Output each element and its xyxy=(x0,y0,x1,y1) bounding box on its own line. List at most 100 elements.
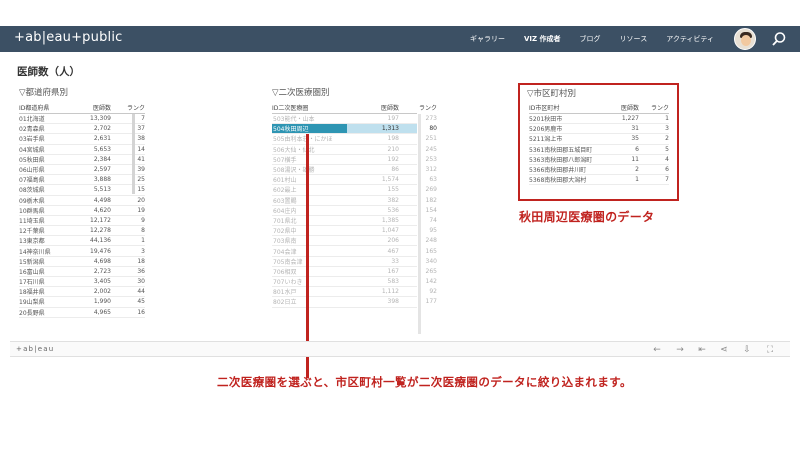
tableau-public-logo[interactable]: +ab|eau+public xyxy=(14,30,123,45)
row-doctors-cell: 2,002 xyxy=(93,288,111,296)
row-doctors-cell: 1,990 xyxy=(93,298,111,306)
col-header-rank[interactable]: ランク xyxy=(399,103,437,112)
table-row[interactable]: 03岩手県 2,631 38 xyxy=(19,134,145,145)
row-doctors-cell: 1,047 xyxy=(381,227,399,235)
secondary-scrollbar[interactable] xyxy=(418,114,421,334)
table-row[interactable]: 06山形県 2,597 39 xyxy=(19,165,145,176)
table-row[interactable]: 08茨城県 5,513 15 xyxy=(19,185,145,196)
row-rank-cell: 45 xyxy=(137,298,145,306)
table-row[interactable]: 603置賜 382 182 xyxy=(272,196,437,206)
row-id-cell: 01北海道 xyxy=(19,116,45,124)
row-doctors-cell: 167 xyxy=(387,267,399,275)
table-row[interactable]: 07福島県 3,888 25 xyxy=(19,175,145,186)
row-rank-cell: 1 xyxy=(141,237,145,245)
row-doctors-cell: 536 xyxy=(387,206,399,214)
row-doctors-cell: 583 xyxy=(387,278,399,286)
row-rank-cell: 14 xyxy=(137,145,145,153)
download-icon[interactable]: ⇩ xyxy=(741,345,753,355)
table-row[interactable]: 604庄内 536 154 xyxy=(272,206,437,216)
table-row[interactable]: 505由利本荘・にかほ 198 251 xyxy=(272,134,437,145)
table-row[interactable]: 507横手 192 253 xyxy=(272,155,437,165)
revert-icon[interactable]: ⇤ xyxy=(696,345,708,355)
row-id-cell: 12千葉県 xyxy=(19,228,45,236)
row-id-cell: 702県中 xyxy=(273,228,297,236)
nav-blog[interactable]: ブログ xyxy=(580,34,601,44)
row-doctors-cell: 86 xyxy=(391,166,399,174)
row-id-cell: 603置賜 xyxy=(273,197,297,205)
col-header-id[interactable]: ID二次医療圏 xyxy=(272,103,347,112)
table-row[interactable]: 09栃木県 4,498 20 xyxy=(19,196,145,206)
row-id-cell: 05秋田県 xyxy=(19,156,45,164)
table-row[interactable]: 17石川県 3,405 30 xyxy=(19,277,145,288)
row-id-cell: 10群馬県 xyxy=(19,207,45,215)
row-id-cell: 11埼玉県 xyxy=(19,217,45,225)
table-row[interactable]: 706相双 167 265 xyxy=(272,267,437,277)
table-row[interactable]: 14神奈川県 19,476 3 xyxy=(19,246,145,257)
table-row[interactable]: 801水戸 1,112 92 xyxy=(272,287,437,298)
nav-resources[interactable]: リソース xyxy=(620,34,648,44)
col-header-rank[interactable]: ランク xyxy=(111,103,145,112)
table-row[interactable]: 11埼玉県 12,172 9 xyxy=(19,216,145,227)
nav-viz-creators[interactable]: VIZ 作成者 xyxy=(524,34,561,44)
undo-icon[interactable]: ← xyxy=(651,345,663,355)
table-header: ID都道府県 医師数 ランク xyxy=(19,102,145,114)
table-row[interactable]: 508湯沢・雄勝 86 312 xyxy=(272,165,437,176)
table-row[interactable]: 16富山県 2,723 36 xyxy=(19,267,145,277)
table-row[interactable]: 504秋田周辺 1,313 80 xyxy=(272,124,437,135)
page-title: 医師数（人） xyxy=(17,66,80,78)
table-row[interactable]: 601村山 1,574 63 xyxy=(272,175,437,186)
share-icon[interactable]: ⋖ xyxy=(718,345,730,355)
table-row[interactable]: 20長野県 4,965 16 xyxy=(19,308,145,318)
col-header-doctors[interactable]: 医師数 xyxy=(347,103,399,112)
table-row[interactable]: 602最上 155 269 xyxy=(272,185,437,196)
row-doctors-cell: 4,498 xyxy=(93,196,111,204)
redo-icon[interactable]: → xyxy=(674,345,686,355)
table-row[interactable]: 19山梨県 1,990 45 xyxy=(19,297,145,308)
row-rank-cell: 38 xyxy=(137,135,145,143)
table-row[interactable]: 802日立 398 177 xyxy=(272,297,437,308)
table-row[interactable]: 04宮城県 5,653 14 xyxy=(19,145,145,155)
table-row[interactable]: 703県南 206 248 xyxy=(272,236,437,247)
table-row[interactable]: 10群馬県 4,620 19 xyxy=(19,206,145,216)
row-id-cell: 601村山 xyxy=(273,177,297,185)
table-row[interactable]: 18福井県 2,002 44 xyxy=(19,287,145,298)
col-header-id[interactable]: ID都道府県 xyxy=(19,103,67,112)
row-id-cell: 09栃木県 xyxy=(19,197,45,205)
search-icon[interactable] xyxy=(771,31,787,47)
table-row[interactable]: 506大仙・仙北 210 245 xyxy=(272,145,437,155)
row-doctors-cell: 2,723 xyxy=(93,267,111,275)
fullscreen-icon[interactable]: ⛶ xyxy=(764,345,776,355)
row-id-cell: 16富山県 xyxy=(19,268,45,276)
table-row[interactable]: 13東京都 44,136 1 xyxy=(19,236,145,247)
table-row[interactable]: 503能代・山本 197 273 xyxy=(272,114,437,125)
row-id-cell: 705南会津 xyxy=(273,258,303,266)
nav-activity[interactable]: アクティビティ xyxy=(666,34,714,44)
nav-gallery[interactable]: ギャラリー xyxy=(470,34,505,44)
prefecture-scrollbar[interactable] xyxy=(132,114,135,194)
row-doctors-cell: 2,384 xyxy=(93,155,111,163)
table-row[interactable]: 01北海道 13,309 7 xyxy=(19,114,145,125)
table-row[interactable]: 15新潟県 4,698 18 xyxy=(19,257,145,267)
row-id-cell: 02青森県 xyxy=(19,126,45,134)
table-row[interactable]: 02青森県 2,702 37 xyxy=(19,124,145,135)
row-id-cell: 703県南 xyxy=(273,238,297,246)
row-rank-cell: 20 xyxy=(137,196,145,204)
viz-toolbar: +ab|eau ← → ⇤ ⋖ ⇩ ⛶ xyxy=(10,341,790,357)
row-id-cell: 506大仙・仙北 xyxy=(273,146,315,154)
col-header-doctors[interactable]: 医師数 xyxy=(67,103,111,112)
annotation-box-label: 秋田周辺医療圏のデータ xyxy=(519,210,655,224)
row-id-cell: 505由利本荘・にかほ xyxy=(273,136,333,144)
tableau-footer-logo[interactable]: +ab|eau xyxy=(16,345,54,353)
row-rank-cell: 9 xyxy=(141,216,145,224)
table-row[interactable]: 05秋田県 2,384 41 xyxy=(19,155,145,165)
nav-menu: ギャラリー VIZ 作成者 ブログ リソース アクティビティ xyxy=(470,26,733,52)
table-row[interactable]: 701県北 1,385 74 xyxy=(272,216,437,227)
row-rank-cell: 39 xyxy=(137,166,145,174)
row-id-cell: 704会津 xyxy=(273,248,297,256)
table-row[interactable]: 704会津 467 165 xyxy=(272,246,437,257)
table-row[interactable]: 705南会津 33 340 xyxy=(272,257,437,267)
table-row[interactable]: 702県中 1,047 95 xyxy=(272,226,437,237)
table-row[interactable]: 12千葉県 12,278 8 xyxy=(19,226,145,237)
table-row[interactable]: 707いわき 583 142 xyxy=(272,277,437,288)
user-avatar[interactable] xyxy=(734,28,756,50)
